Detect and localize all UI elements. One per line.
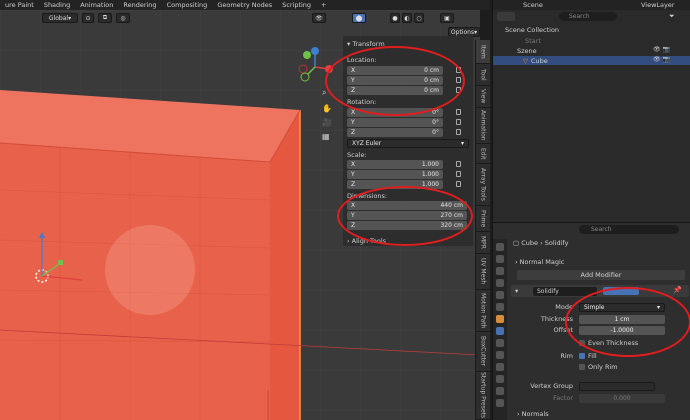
normal-magic-panel[interactable]: › Normal Magic (515, 258, 564, 266)
mesh-object-icon: ▽ (523, 56, 528, 65)
lock-icon[interactable] (456, 161, 461, 167)
modifier-tab-icon[interactable] (496, 327, 504, 335)
view-layer-selector[interactable]: ViewLayer (641, 1, 675, 9)
physics-tab-icon[interactable] (496, 351, 504, 359)
overlays-icon[interactable]: ⬤ (352, 13, 366, 23)
constraints-tab-icon[interactable] (496, 363, 504, 371)
top-menu-bar: ure Paint Shading Animation Rendering Co… (0, 0, 490, 10)
properties-editor: Search ▢ Cube › Solidify › Normal Magic … (492, 222, 690, 420)
fill-checkbox[interactable]: Fill (579, 352, 597, 360)
add-workspace-icon[interactable]: + (316, 1, 331, 9)
tab-boxcutter[interactable]: BoxCutter (475, 332, 490, 372)
orientation-dropdown[interactable]: Global ▾ (42, 13, 78, 23)
menu-compositing[interactable]: Compositing (162, 1, 213, 9)
outliner-search-input[interactable]: Search (559, 12, 617, 21)
vertex-group-label: Vertex Group (530, 382, 573, 390)
factor-label: Factor (553, 394, 573, 402)
properties-tab-column (493, 239, 507, 420)
lock-icon[interactable] (456, 181, 461, 187)
rendered-shading-icon[interactable]: ○ (414, 13, 424, 23)
visibility-icon[interactable]: 👁 📷 (653, 46, 670, 53)
normals-panel[interactable]: › Normals (517, 410, 549, 418)
output-tab-icon[interactable] (496, 267, 504, 275)
pin-icon[interactable]: 📌 (673, 286, 682, 294)
material-shading-icon[interactable]: ◐ (402, 13, 412, 23)
scale-label: Scale: (347, 151, 367, 159)
menu-rendering[interactable]: Rendering (118, 1, 161, 9)
tool-tab-icon[interactable] (496, 243, 504, 251)
breadcrumb-modifier: Solidify (544, 239, 569, 247)
view-object-types-icon[interactable]: 👁 (312, 13, 326, 23)
menu-texture-paint[interactable]: ure Paint (0, 1, 39, 9)
rim-label: Rim (560, 352, 573, 360)
filter-icon[interactable]: ⏷ (669, 12, 681, 21)
mode-label: Mode (555, 303, 573, 311)
annotation-ellipse-location (325, 46, 465, 116)
tab-array-tools[interactable]: Array Tools (475, 164, 490, 206)
visibility-icon[interactable]: 👁 📷 (653, 56, 670, 63)
tab-motion-path[interactable]: Motion Path (475, 290, 490, 332)
object-tab-icon[interactable] (496, 315, 504, 323)
tab-mpr[interactable]: MPR (475, 232, 490, 254)
breadcrumb: ▢ Cube › Solidify (513, 239, 569, 247)
scene-bar: Scene ViewLayer (493, 0, 690, 10)
snap-icon[interactable]: ⧉ (98, 13, 112, 23)
rotation-mode-dropdown[interactable]: XYZ Euler ▾ (347, 139, 469, 148)
tab-edit[interactable]: Edit (475, 144, 490, 164)
tab-uv-mesh[interactable]: UV Mesh (475, 254, 490, 290)
outliner-row-scene-collection[interactable]: Scene Collection (493, 25, 690, 34)
scene-selector[interactable]: Scene (523, 1, 543, 9)
camera-view-icon[interactable]: 🎥 (322, 118, 332, 127)
tab-item[interactable]: Item (475, 40, 490, 64)
menu-geometry-nodes[interactable]: Geometry Nodes (212, 1, 277, 9)
tab-animation[interactable]: Animation (475, 108, 490, 144)
outliner-mode-icon[interactable] (497, 12, 515, 21)
rotation-z-field[interactable]: Z 0° (347, 128, 443, 137)
menu-scripting[interactable]: Scripting (277, 1, 316, 9)
annotation-ellipse-dimensions (337, 186, 473, 246)
render-tab-icon[interactable] (496, 255, 504, 263)
add-modifier-button[interactable]: Add Modifier (517, 270, 685, 280)
tab-prime[interactable]: Prime (475, 206, 490, 232)
outliner-panel: Scene ViewLayer Search ⏷ Scene Collectio… (492, 0, 690, 222)
solid-shading-icon[interactable]: ● (390, 13, 400, 23)
lock-icon[interactable] (456, 171, 461, 177)
scale-y-field[interactable]: Y 1.000 (347, 170, 443, 179)
cube-side-face (270, 110, 300, 420)
lock-icon[interactable] (456, 129, 461, 135)
world-tab-icon[interactable] (496, 303, 504, 311)
lock-icon[interactable] (456, 119, 461, 125)
view-layer-tab-icon[interactable] (496, 279, 504, 287)
menu-shading[interactable]: Shading (39, 1, 75, 9)
properties-search-input[interactable]: Search (579, 225, 679, 234)
collapse-icon[interactable]: ▾ (515, 287, 518, 295)
tab-tool[interactable]: Tool (475, 64, 490, 86)
factor-field[interactable]: 0.000 (579, 394, 665, 403)
rotation-y-field[interactable]: Y 0° (347, 118, 443, 127)
only-rim-checkbox[interactable]: Only Rim (579, 363, 618, 371)
tab-view[interactable]: View (475, 86, 490, 108)
scene-tab-icon[interactable] (496, 291, 504, 299)
viewport-header: Global ▾ ⊙ ⧉ ◎ 👁 ⬤ ● ◐ ○ ▣ Options ▾ (0, 10, 480, 37)
scale-x-field[interactable]: X 1.000 (347, 160, 443, 169)
annotation-ellipse-solidify (565, 287, 690, 357)
vertex-group-field[interactable] (579, 382, 655, 391)
material-tab-icon[interactable] (496, 387, 504, 395)
pan-icon[interactable]: ✋ (322, 104, 332, 113)
outliner-row-start[interactable]: Start (493, 36, 690, 45)
proportional-edit-icon[interactable]: ◎ (116, 13, 130, 23)
pivot-icon[interactable]: ⊙ (82, 13, 94, 23)
texture-tab-icon[interactable] (496, 399, 504, 407)
menu-animation[interactable]: Animation (75, 1, 118, 9)
perspective-icon[interactable]: ▦ (322, 132, 330, 141)
particles-tab-icon[interactable] (496, 339, 504, 347)
xray-icon[interactable]: ▣ (440, 13, 454, 23)
lock-icon[interactable] (456, 109, 461, 115)
gizmo-z-axis (311, 47, 319, 55)
tab-startup-presets[interactable]: Startup Presets (475, 372, 490, 420)
data-tab-icon[interactable] (496, 375, 504, 383)
gizmo-y-axis (303, 51, 311, 59)
